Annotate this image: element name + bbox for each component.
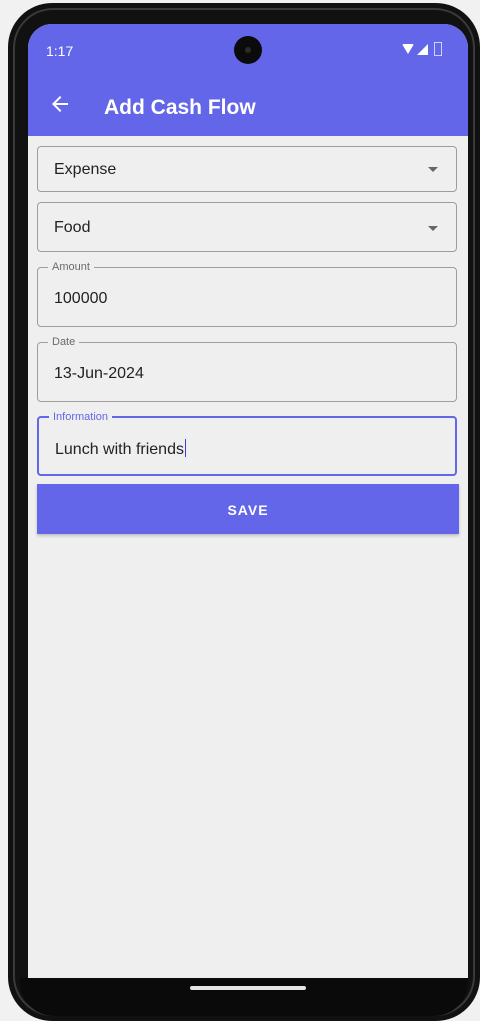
date-value: 13-Jun-2024 xyxy=(54,365,144,382)
information-value: Lunch with friends xyxy=(55,441,184,458)
date-label: Date xyxy=(48,336,80,348)
signal-icon xyxy=(417,43,428,55)
navigation-bar xyxy=(20,978,468,1016)
camera-icon xyxy=(234,36,262,64)
page-title: Add Cash Flow xyxy=(104,96,256,119)
type-dropdown-value: Expense xyxy=(54,161,117,178)
screen: 1:17 Add Cash Flow Expense Food Amount 1… xyxy=(28,24,468,978)
information-label: Information xyxy=(49,411,113,423)
back-arrow-icon[interactable] xyxy=(48,92,72,116)
battery-icon xyxy=(434,42,442,56)
dropdown-arrow-icon xyxy=(428,167,438,172)
status-bar: 1:17 xyxy=(28,24,468,78)
home-indicator[interactable] xyxy=(190,986,306,990)
status-icons xyxy=(402,42,442,56)
wifi-icon xyxy=(402,44,414,54)
amount-label: Amount xyxy=(48,261,94,273)
text-cursor xyxy=(184,439,186,457)
amount-value: 100000 xyxy=(54,290,108,307)
dropdown-arrow-icon xyxy=(428,226,438,231)
type-dropdown[interactable]: Expense xyxy=(37,146,457,192)
amount-field[interactable]: Amount 100000 xyxy=(37,261,457,327)
information-field[interactable]: Information Lunch with friends xyxy=(37,411,457,476)
date-field[interactable]: Date 13-Jun-2024 xyxy=(37,336,457,402)
information-value-wrapper: Lunch with friends xyxy=(55,439,186,459)
save-button[interactable]: SAVE xyxy=(37,484,459,534)
app-bar: Add Cash Flow xyxy=(28,78,468,136)
category-dropdown[interactable]: Food xyxy=(37,202,457,252)
status-time: 1:17 xyxy=(46,43,74,59)
category-dropdown-value: Food xyxy=(54,219,91,236)
